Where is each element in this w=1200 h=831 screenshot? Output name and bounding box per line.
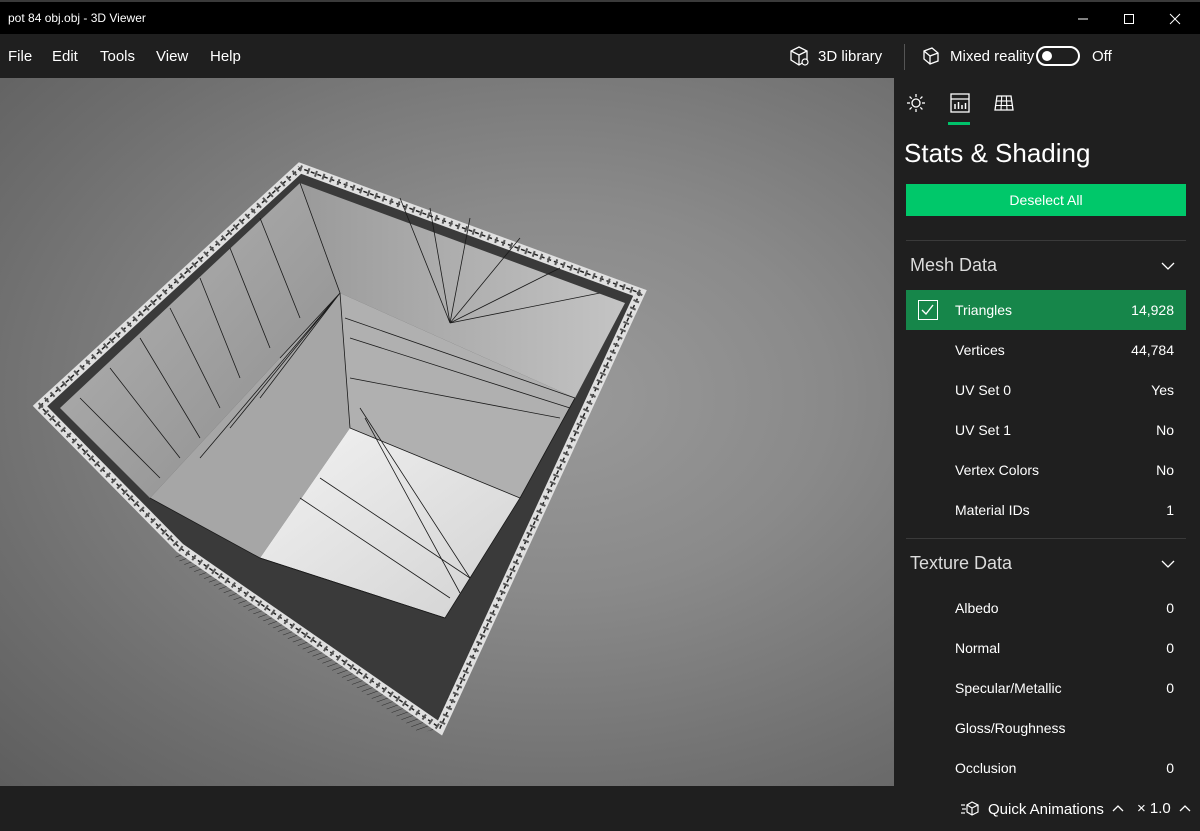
stats-shading-panel: Stats & Shading Deselect All Mesh Data T… <box>894 78 1200 786</box>
quick-animations-label: Quick Animations <box>988 800 1104 818</box>
mixed-reality-state: Off <box>1092 48 1112 65</box>
panel-title: Stats & Shading <box>904 138 1091 168</box>
stat-value: 0 <box>1166 640 1174 656</box>
divider <box>906 538 1186 539</box>
stat-label: UV Set 0 <box>955 382 1012 398</box>
active-tab-indicator <box>948 122 970 125</box>
chevron-up-icon <box>1112 805 1124 812</box>
stat-label: Material IDs <box>955 502 1030 518</box>
3d-library-button[interactable]: 3D library <box>788 44 882 68</box>
stat-label: UV Set 1 <box>955 422 1012 438</box>
title-bar: pot 84 obj.obj - 3D Viewer <box>0 0 1200 34</box>
stat-row-vertices[interactable]: Vertices 44,784 <box>906 330 1186 370</box>
mesh-data-header[interactable]: Mesh Data <box>910 255 997 276</box>
animation-speed-button[interactable]: × 1.0 <box>1137 800 1191 817</box>
mixed-reality-button[interactable]: Mixed reality <box>920 44 1034 68</box>
stat-label: Gloss/Roughness <box>955 720 1066 736</box>
stat-row-specular-metallic[interactable]: Specular/Metallic 0 <box>906 668 1186 708</box>
animation-cube-icon <box>961 801 979 816</box>
menu-separator <box>904 44 905 70</box>
window-title: pot 84 obj.obj - 3D Viewer <box>8 11 146 25</box>
texture-data-header[interactable]: Texture Data <box>910 553 1012 574</box>
chevron-down-icon[interactable] <box>1160 258 1176 274</box>
minimize-button[interactable] <box>1060 2 1106 36</box>
stat-row-occlusion[interactable]: Occlusion 0 <box>906 748 1186 786</box>
stat-label: Triangles <box>955 302 1013 318</box>
menu-bar: File Edit Tools View Help 3D library Mix… <box>0 34 1200 78</box>
close-button[interactable] <box>1152 2 1198 36</box>
stat-value: Yes <box>1151 382 1174 398</box>
minimize-icon <box>1078 18 1088 20</box>
tab-grid[interactable] <box>990 90 1018 116</box>
menu-edit[interactable]: Edit <box>52 48 78 65</box>
speed-label: × 1.0 <box>1137 800 1171 817</box>
chevron-up-icon <box>1179 804 1191 811</box>
3d-viewport[interactable] <box>0 78 894 786</box>
stat-value: No <box>1156 462 1174 478</box>
mixed-reality-icon <box>923 47 939 65</box>
stat-row-uv-set-1[interactable]: UV Set 1 No <box>906 410 1186 450</box>
stat-row-vertex-colors[interactable]: Vertex Colors No <box>906 450 1186 490</box>
maximize-icon <box>1124 14 1134 24</box>
stat-label: Normal <box>955 640 1001 656</box>
sun-icon <box>907 94 925 112</box>
stat-value: 44,784 <box>1131 342 1174 358</box>
tab-stats[interactable] <box>946 90 974 116</box>
cube-icon <box>790 46 809 66</box>
stat-value: 0 <box>1166 680 1174 696</box>
maximize-button[interactable] <box>1106 2 1152 36</box>
stat-label: Vertex Colors <box>955 462 1040 478</box>
stat-value: 1 <box>1166 502 1174 518</box>
mixed-reality-label: Mixed reality <box>950 47 1035 65</box>
menu-view[interactable]: View <box>156 48 188 65</box>
checkmark-icon <box>921 304 934 316</box>
stat-row-triangles[interactable]: Triangles 14,928 <box>906 290 1186 330</box>
menu-tools[interactable]: Tools <box>100 48 135 65</box>
stat-row-material-ids[interactable]: Material IDs 1 <box>906 490 1186 530</box>
checkbox[interactable] <box>918 300 938 320</box>
grid-icon <box>994 95 1014 111</box>
stat-value: 14,928 <box>1131 302 1174 318</box>
tab-lighting[interactable] <box>902 90 930 116</box>
mixed-reality-toggle[interactable] <box>1036 46 1080 66</box>
menu-help[interactable]: Help <box>210 48 241 65</box>
close-icon <box>1169 13 1181 25</box>
deselect-all-button[interactable]: Deselect All <box>906 184 1186 216</box>
chevron-down-icon[interactable] <box>1160 556 1176 572</box>
quick-animations-button[interactable]: Quick Animations <box>960 800 1124 818</box>
stat-value: 0 <box>1166 760 1174 776</box>
bottom-bar: Quick Animations × 1.0 <box>0 786 1200 831</box>
3d-library-label: 3D library <box>818 47 883 65</box>
stat-row-albedo[interactable]: Albedo 0 <box>906 588 1186 628</box>
stat-label: Albedo <box>955 600 999 616</box>
3d-model-pot <box>32 162 647 736</box>
menu-file[interactable]: File <box>8 48 32 65</box>
stat-label: Vertices <box>955 342 1005 358</box>
stat-value: 0 <box>1166 600 1174 616</box>
stat-label: Occlusion <box>955 760 1017 776</box>
stat-row-uv-set-0[interactable]: UV Set 0 Yes <box>906 370 1186 410</box>
stat-row-gloss-roughness[interactable]: Gloss/Roughness <box>906 708 1186 748</box>
panel-scrollbar[interactable] <box>1196 78 1200 786</box>
stat-value: No <box>1156 422 1174 438</box>
divider <box>906 240 1186 241</box>
toggle-knob <box>1042 51 1052 61</box>
stat-row-normal[interactable]: Normal 0 <box>906 628 1186 668</box>
stats-icon <box>950 93 970 113</box>
stat-label: Specular/Metallic <box>955 680 1062 696</box>
